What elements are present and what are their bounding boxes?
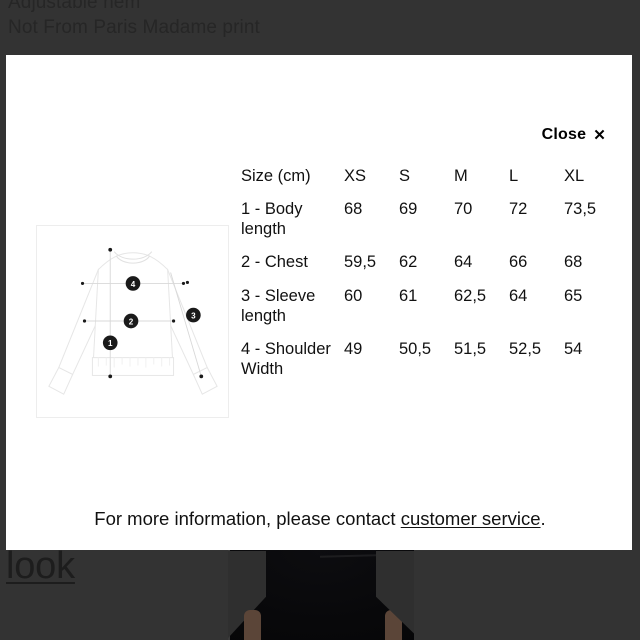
row-label: 2 - Chest xyxy=(241,253,308,272)
cell-s: 62 xyxy=(399,253,418,272)
cell-xl: 65 xyxy=(564,286,583,305)
cell-l: 64 xyxy=(509,286,528,305)
customer-service-link[interactable]: customer service xyxy=(401,508,541,529)
cell-s: 50,5 xyxy=(399,339,432,358)
row-label: 4 - Shoulder Width xyxy=(241,339,331,378)
close-button-label: Close xyxy=(541,126,587,143)
cell-m: 64 xyxy=(454,253,473,272)
header-m: M xyxy=(454,167,468,185)
cell-xl: 73,5 xyxy=(564,200,597,219)
table-row: 1 - Body length 68 69 70 72 73,5 xyxy=(241,193,623,246)
product-detail-line-1: Adjustable hem xyxy=(8,0,141,13)
marker-2: 2 xyxy=(123,313,139,329)
table-header-row: Size (cm) XS S M L XL xyxy=(241,160,623,193)
cell-l: 52,5 xyxy=(509,339,542,358)
close-x-icon: ✕ xyxy=(593,126,606,144)
cell-xs: 60 xyxy=(344,286,363,305)
contact-note-suffix: . xyxy=(540,508,546,529)
marker-4: 4 xyxy=(125,276,141,291)
cell-l: 66 xyxy=(509,253,528,272)
svg-text:1: 1 xyxy=(108,339,113,348)
svg-text:4: 4 xyxy=(131,280,136,289)
contact-note-prefix: For more information, please contact xyxy=(94,508,401,529)
cell-s: 69 xyxy=(399,200,418,219)
model-arm-left xyxy=(244,610,261,640)
marker-1: 1 xyxy=(102,335,118,351)
row-label: 1 - Body length xyxy=(241,200,303,239)
cell-m: 70 xyxy=(454,200,473,219)
header-xs: XS xyxy=(344,167,367,185)
model-arm-right xyxy=(385,610,402,640)
table-row: 2 - Chest 59,5 62 64 66 68 xyxy=(241,246,623,279)
shirt-seam xyxy=(319,554,377,558)
cell-m: 62,5 xyxy=(454,286,487,305)
cell-xl: 54 xyxy=(564,339,583,358)
svg-text:3: 3 xyxy=(191,311,196,320)
product-detail-line-2: Not From Paris Madame print xyxy=(8,17,260,38)
garment-diagram: 4 2 1 3 xyxy=(36,225,229,418)
close-button[interactable]: Close ✕ xyxy=(542,126,606,144)
size-guide-modal: Close ✕ 4 2 1 3 Size (cm) XS S M L XL 1 … xyxy=(6,55,632,550)
table-row: 3 - Sleeve length 60 61 62,5 64 65 xyxy=(241,280,623,333)
table-row: 4 - Shoulder Width 49 50,5 51,5 52,5 54 xyxy=(241,333,623,386)
header-s: S xyxy=(399,167,411,185)
size-chart-table: Size (cm) XS S M L XL 1 - Body length 68… xyxy=(241,160,623,386)
cell-l: 72 xyxy=(509,200,528,219)
row-label: 3 - Sleeve length xyxy=(241,286,316,325)
svg-text:2: 2 xyxy=(129,317,134,326)
header-size: Size (cm) xyxy=(241,167,311,185)
cell-xs: 49 xyxy=(344,339,363,358)
cell-m: 51,5 xyxy=(454,339,487,358)
cell-xl: 68 xyxy=(564,253,583,272)
cell-xs: 59,5 xyxy=(344,253,377,272)
marker-3: 3 xyxy=(186,307,201,323)
cell-s: 61 xyxy=(399,286,418,305)
contact-note: For more information, please contact cus… xyxy=(70,505,570,533)
header-xl: XL xyxy=(564,167,585,185)
look-link[interactable]: look xyxy=(6,545,75,588)
product-photo[interactable] xyxy=(228,549,414,640)
header-l: L xyxy=(509,167,519,185)
cell-xs: 68 xyxy=(344,200,363,219)
